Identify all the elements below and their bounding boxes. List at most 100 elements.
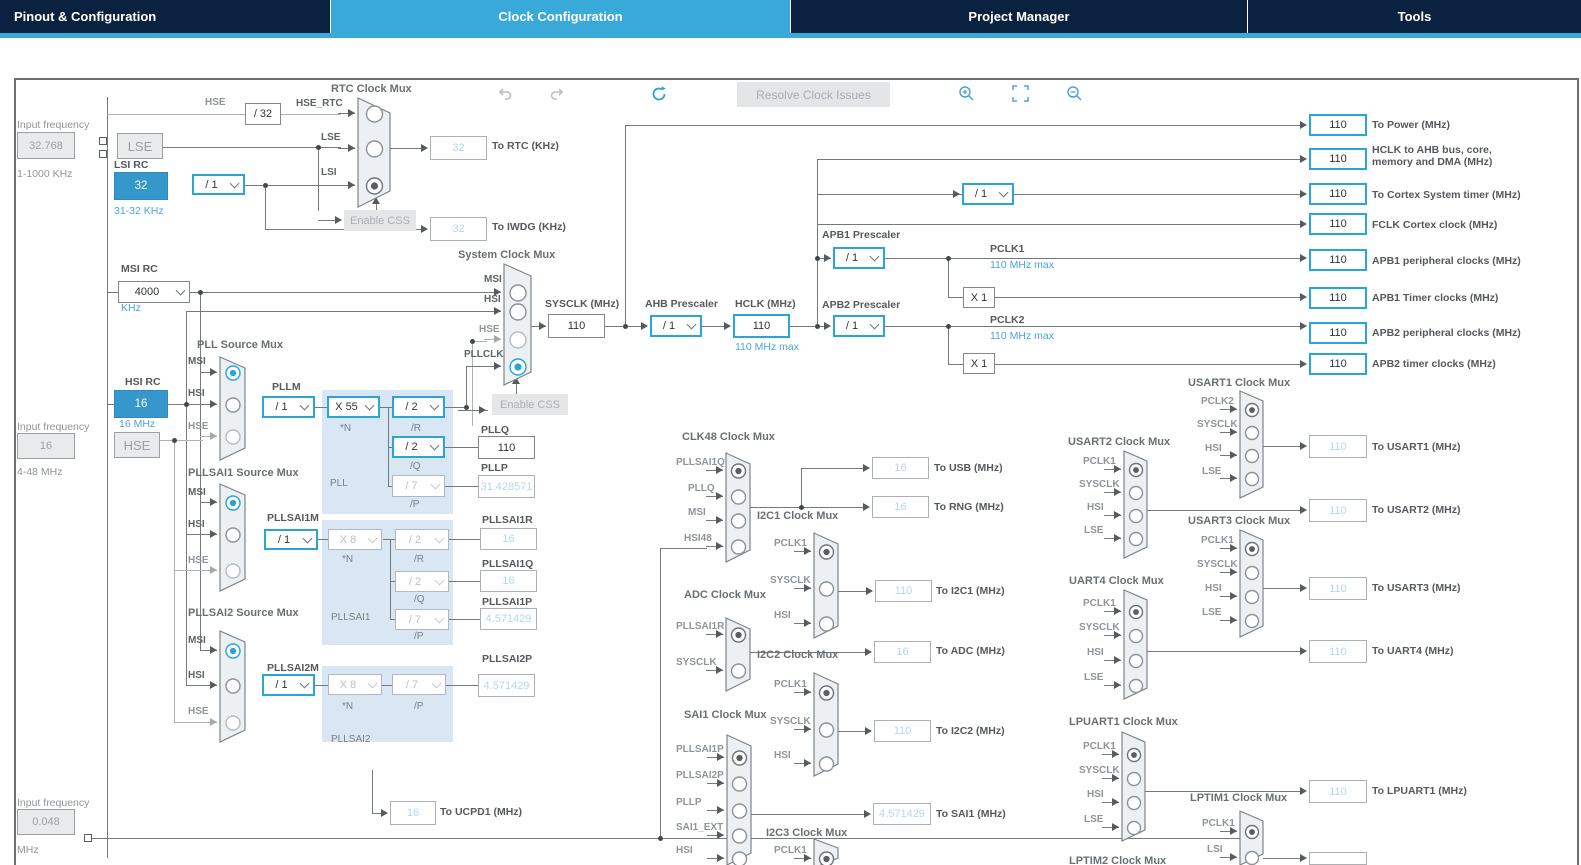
lpuart1-clock-mux-option[interactable] (1126, 795, 1142, 811)
pll-source-mux-option[interactable] (225, 429, 241, 445)
usart3-clock-mux-option[interactable] (1244, 565, 1260, 581)
connector-line (751, 814, 869, 815)
i2c1-clock-mux-option[interactable] (818, 581, 835, 597)
tab-clock-configuration[interactable]: Clock Configuration (330, 0, 790, 33)
pllsai1-r-divider[interactable]: / 2 (395, 529, 449, 550)
arrowhead-icon (864, 810, 871, 818)
msi-frequency[interactable]: 4000 (118, 281, 190, 303)
sai1-clock-mux-option[interactable] (731, 776, 748, 792)
pllq-value[interactable]: 110 (478, 436, 535, 459)
to-power-value[interactable]: 110 (1309, 114, 1367, 136)
sai1-clock-mux-option[interactable] (731, 828, 748, 844)
pll-p-divider[interactable]: / 7 (392, 475, 445, 497)
cortex-timer-value[interactable]: 110 (1309, 183, 1367, 205)
fclk-value[interactable]: 110 (1309, 213, 1367, 235)
lpuart1-clock-mux-option[interactable] (1126, 771, 1142, 787)
ahb-prescaler[interactable]: / 1 (650, 315, 702, 337)
pllsai1-q-divider[interactable]: / 2 (395, 571, 449, 592)
pllsai1m-divider[interactable]: / 1 (264, 529, 318, 550)
arrowhead-icon (1114, 511, 1121, 519)
usart3-clock-mux-option[interactable] (1244, 613, 1260, 629)
tab-project-manager[interactable]: Project Manager (790, 0, 1247, 33)
i2c2-clock-mux-option[interactable] (818, 756, 835, 772)
hclk-value[interactable]: 110 (733, 314, 790, 338)
enable-css-pll-button[interactable]: Enable CSS (492, 394, 568, 415)
signal-label: PLLP (676, 797, 702, 808)
connection-handle[interactable] (99, 137, 107, 145)
pllsai2m-divider[interactable]: / 1 (262, 674, 315, 696)
usart2-clock-mux-option[interactable] (1128, 508, 1144, 524)
pllm-divider[interactable]: / 1 (262, 396, 315, 418)
pllsai2-source-mux-option[interactable] (225, 715, 241, 731)
lptim1-clock-mux-option[interactable] (1244, 850, 1260, 865)
connection-handle[interactable] (84, 834, 92, 842)
lpuart1-clock-mux-option[interactable] (1126, 820, 1142, 836)
pll-r-divider[interactable]: / 2 (392, 396, 445, 418)
pllsai2-n-multiplier[interactable]: X 8 (328, 674, 382, 695)
hclk-ahb-value[interactable]: 110 (1309, 148, 1367, 170)
pllsai1-source-mux-option[interactable] (225, 563, 241, 579)
lsi-prescaler[interactable]: / 1 (192, 174, 245, 195)
apb2-peripheral-value[interactable]: 110 (1309, 322, 1367, 344)
input-frequency-msi-kin: 0.048 (17, 809, 75, 835)
hse-rtc-divider[interactable]: / 32 (245, 103, 281, 125)
tab-pinout-configuration[interactable]: Pinout & Configuration (0, 0, 330, 33)
system-clock-mux-option[interactable] (509, 331, 527, 349)
sysclk-value[interactable]: 110 (548, 314, 605, 338)
pllsai2-source-mux-option[interactable] (225, 678, 241, 694)
adc-clock-mux-option[interactable] (730, 663, 747, 679)
usart3-clock-mux-option[interactable] (1244, 589, 1260, 605)
pllp-value: 31.428571 (478, 475, 535, 498)
apb1-prescaler[interactable]: / 1 (833, 247, 885, 269)
apb1-timer-value[interactable]: 110 (1309, 287, 1367, 309)
system-clock-mux-option[interactable] (509, 284, 527, 302)
connector-line (625, 125, 1305, 126)
lsi-rc-value[interactable]: 32 (114, 172, 168, 200)
arrowhead-icon (1114, 607, 1121, 615)
hsi-rc-value[interactable]: 16 (114, 390, 168, 418)
i2c2-clock-mux (813, 672, 839, 777)
junction-dot (815, 256, 820, 261)
system-clock-mux-option[interactable] (509, 303, 527, 321)
rtc-clock-mux-option[interactable] (365, 105, 384, 123)
pll-source-mux-option[interactable] (225, 397, 241, 413)
uart4-clock-mux-option[interactable] (1128, 678, 1144, 694)
sai1-clock-mux-option[interactable] (731, 803, 748, 819)
chevron-down-icon (431, 678, 442, 688)
usart1-clock-mux-option[interactable] (1244, 425, 1260, 441)
uart4-clock-mux-option[interactable] (1128, 628, 1144, 644)
section-title: System Clock Mux (458, 249, 556, 261)
apb1-peripheral-value[interactable]: 110 (1309, 249, 1367, 271)
i2c2-clock-mux-option[interactable] (818, 722, 835, 738)
adc-clock-mux (725, 617, 751, 692)
arrowhead-icon (804, 619, 811, 627)
tab-tools[interactable]: Tools (1247, 0, 1581, 33)
rtc-clock-mux-option[interactable] (365, 140, 384, 158)
pllsai1-source-mux-option[interactable] (225, 527, 241, 543)
uart4-clock-mux-option[interactable] (1128, 653, 1144, 669)
pllsai1-p-divider[interactable]: / 7 (395, 609, 449, 630)
usart2-clock-mux-option[interactable] (1128, 531, 1144, 547)
connection-handle[interactable] (99, 150, 107, 158)
to-ucpd1-value: 16 (390, 801, 436, 825)
signal-label: MSI (484, 274, 502, 285)
cortex-prescaler[interactable]: / 1 (962, 183, 1014, 205)
usart2-clock-mux-option[interactable] (1128, 485, 1144, 501)
usart1-clock-mux-option[interactable] (1244, 448, 1260, 464)
pll-n-multiplier[interactable]: X 55 (327, 396, 380, 418)
junction-dot (263, 183, 268, 188)
enable-css-rtc-button[interactable]: Enable CSS (344, 210, 416, 231)
sai1-clock-mux-option[interactable] (731, 851, 748, 865)
arrowhead-icon (1112, 750, 1119, 758)
pll-q-divider[interactable]: / 2 (392, 436, 445, 458)
clk48-clock-mux-option[interactable] (730, 539, 747, 555)
pllsai2-p-divider[interactable]: / 7 (392, 674, 446, 695)
usart1-clock-mux-option[interactable] (1244, 471, 1260, 487)
apb2-prescaler[interactable]: / 1 (833, 315, 885, 337)
apb2-timer-value[interactable]: 110 (1309, 353, 1367, 375)
arrowhead-icon (421, 144, 428, 152)
clk48-clock-mux-option[interactable] (730, 489, 747, 505)
i2c1-clock-mux-option[interactable] (818, 616, 835, 632)
clk48-clock-mux-option[interactable] (730, 513, 747, 529)
pllsai1-n-multiplier[interactable]: X 8 (328, 529, 382, 550)
